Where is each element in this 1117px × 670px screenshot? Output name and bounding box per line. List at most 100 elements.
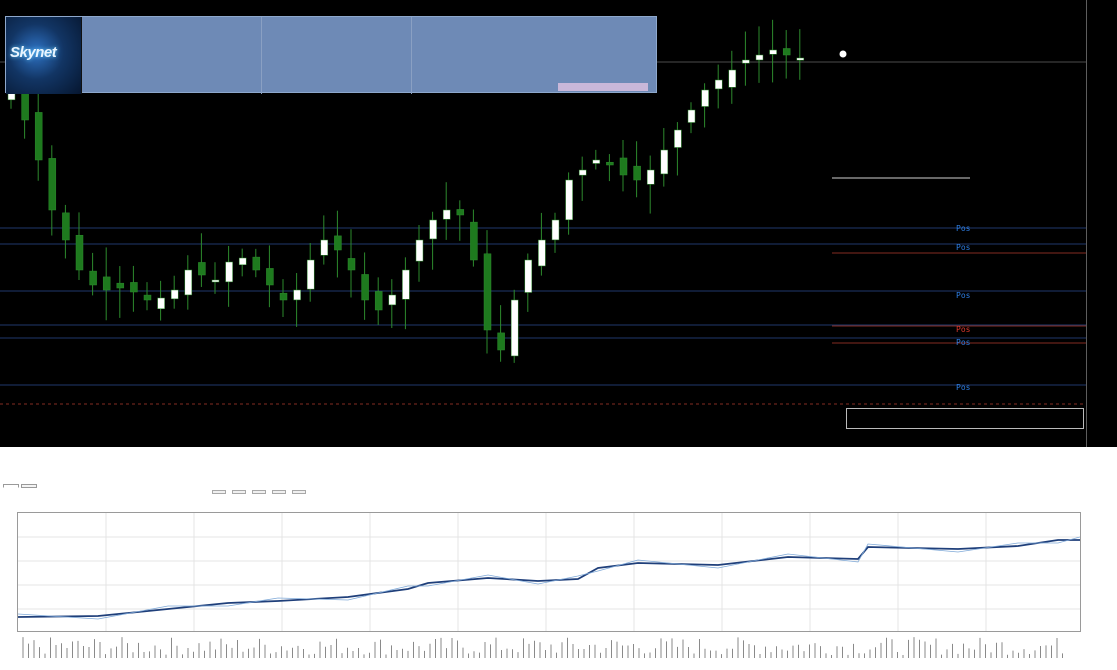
candle-body	[728, 69, 737, 88]
candle-body	[565, 179, 573, 221]
candle-body	[116, 282, 125, 289]
panel-row	[414, 64, 570, 75]
candle-body	[578, 169, 587, 176]
candle-body	[130, 282, 138, 293]
candle-body	[266, 268, 274, 286]
candle-body	[415, 239, 424, 262]
balance-graph	[17, 512, 1081, 632]
candle-body	[334, 235, 342, 251]
subtab[interactable]	[252, 490, 266, 494]
candle-body	[442, 209, 451, 220]
panel-row	[264, 53, 420, 64]
candle-body	[742, 59, 750, 64]
candle-body	[660, 149, 669, 175]
candle-body	[497, 332, 505, 351]
candle-body	[279, 292, 288, 301]
candle-body	[633, 165, 641, 181]
report-subtabs	[212, 490, 312, 494]
candle-body	[510, 299, 519, 357]
candle-body	[306, 259, 315, 290]
equity-line	[18, 536, 1080, 620]
candle-body	[551, 219, 560, 241]
panel-row	[86, 64, 242, 75]
candle-body	[402, 269, 410, 300]
candle-body	[184, 269, 193, 296]
time-axis[interactable]	[0, 432, 1087, 447]
panel-column-2	[264, 20, 420, 97]
candle-body	[687, 109, 696, 123]
level-tag: Pos	[956, 383, 971, 392]
level-tag: Pos	[956, 338, 971, 347]
strategy-report	[0, 478, 1117, 670]
candle-body	[252, 256, 261, 271]
price-axis[interactable]	[1086, 0, 1117, 447]
panel-divider	[261, 17, 262, 94]
level-tag: Pos	[956, 224, 971, 233]
candle-body	[538, 239, 546, 267]
candle-body	[48, 158, 57, 211]
candle-body	[225, 261, 233, 283]
graph-x-axis	[17, 658, 1081, 670]
panel-row	[86, 86, 242, 97]
candle-body	[701, 89, 709, 107]
panel-row	[86, 42, 242, 53]
candle-body	[592, 159, 601, 164]
panel-column-3	[414, 20, 570, 97]
price-chart-window[interactable]: Skynet Pos Pos Pos Pos Pos Pos	[0, 0, 1117, 447]
subtab[interactable]	[292, 490, 306, 494]
candle-body	[62, 212, 70, 241]
subtab[interactable]	[232, 490, 246, 494]
candle-body	[483, 253, 492, 331]
level-tag: Pos	[956, 325, 971, 334]
candle-body	[211, 279, 220, 283]
panel-row	[264, 20, 420, 31]
candle-body	[34, 112, 43, 161]
panel-footer-bar	[558, 83, 648, 91]
balance-line	[18, 539, 1080, 618]
panel-row	[264, 75, 420, 86]
panel-row	[414, 53, 570, 64]
candle-body	[102, 276, 111, 291]
panel-row	[264, 64, 420, 75]
candle-body	[796, 57, 805, 61]
panel-row	[86, 53, 242, 64]
tab-common[interactable]	[3, 484, 19, 488]
panel-row	[86, 31, 242, 42]
candle-body	[470, 221, 478, 261]
candle-body	[388, 294, 397, 306]
candle-body	[674, 129, 682, 148]
panel-column-1	[86, 20, 242, 97]
candle-body	[75, 234, 84, 271]
candle-body	[347, 258, 356, 271]
volume-bars	[22, 637, 1063, 658]
candle-body	[157, 297, 165, 309]
panel-row	[414, 86, 570, 97]
ea-info-panel: Skynet	[5, 16, 657, 94]
candle-body	[238, 257, 247, 266]
panel-row	[414, 31, 570, 42]
panel-row	[264, 86, 420, 97]
panel-row	[414, 75, 570, 86]
balance-curve	[18, 513, 1080, 631]
logo: Skynet	[6, 17, 82, 94]
panel-row	[264, 42, 420, 53]
level-tag: Pos	[956, 291, 971, 300]
candle-body	[782, 48, 791, 56]
candle-body	[524, 259, 533, 293]
panel-row	[414, 20, 570, 31]
logo-text: Skynet	[10, 44, 57, 61]
tab-inputs[interactable]	[21, 484, 37, 488]
subtab[interactable]	[212, 490, 226, 494]
panel-row	[264, 31, 420, 42]
info-box	[846, 408, 1084, 429]
panel-row	[86, 20, 242, 31]
candle-body	[456, 209, 465, 216]
current-price-marker	[839, 50, 847, 58]
candle-body	[769, 49, 777, 55]
report-tabs	[3, 484, 39, 488]
level-tag: Pos	[956, 243, 971, 252]
subtab[interactable]	[272, 490, 286, 494]
candle-body	[755, 54, 764, 61]
candle-body	[143, 294, 152, 301]
candle-body	[170, 289, 179, 300]
